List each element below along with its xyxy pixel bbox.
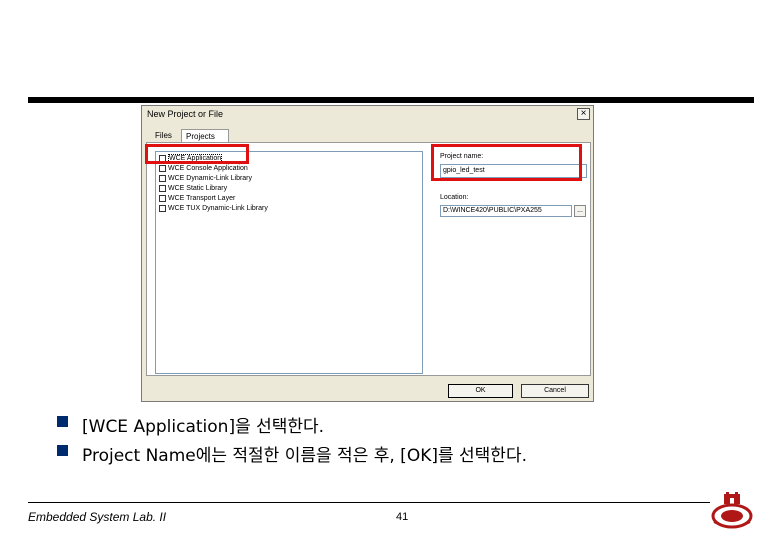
tab-files[interactable]: Files bbox=[151, 129, 181, 143]
top-divider bbox=[28, 97, 754, 103]
list-item-wce-console-application[interactable]: WCE Console Application bbox=[159, 164, 248, 174]
location-label: Location: bbox=[440, 194, 469, 201]
list-item-wce-static-library[interactable]: WCE Static Library bbox=[159, 184, 227, 194]
close-button[interactable]: × bbox=[577, 108, 590, 120]
list-item-label: WCE Dynamic-Link Library bbox=[168, 175, 253, 182]
university-emblem-icon bbox=[711, 492, 753, 529]
project-file-icon bbox=[159, 174, 166, 182]
list-item-wce-tux-dll[interactable]: WCE TUX Dynamic-Link Library bbox=[159, 204, 268, 214]
dialog-titlebar[interactable]: New Project or File × bbox=[142, 106, 593, 123]
ok-button[interactable]: OK bbox=[448, 384, 513, 398]
list-item-wce-dynamic-link-library[interactable]: WCE Dynamic-Link Library bbox=[159, 174, 252, 184]
bullet-text: [WCE Application]을 선택한다. bbox=[82, 417, 325, 437]
list-item-label: WCE Static Library bbox=[168, 185, 228, 192]
highlight-project-name bbox=[431, 144, 582, 181]
highlight-wce-application bbox=[145, 144, 249, 164]
project-file-icon bbox=[159, 194, 166, 202]
bullet-square-icon bbox=[57, 416, 68, 427]
list-item-wce-transport-layer[interactable]: WCE Transport Layer bbox=[159, 194, 235, 204]
page-number: 41 bbox=[396, 511, 409, 523]
footer-title: Embedded System Lab. II bbox=[28, 510, 167, 524]
bullet-text: Project Name에는 적절한 이름을 적은 후, [OK]를 선택한다. bbox=[82, 446, 527, 466]
project-file-icon bbox=[159, 184, 166, 192]
project-file-icon bbox=[159, 204, 166, 212]
list-item-label: WCE Transport Layer bbox=[168, 195, 236, 202]
project-type-list[interactable]: WCE Application WCE Console Application … bbox=[155, 151, 423, 374]
list-item-label: WCE TUX Dynamic-Link Library bbox=[168, 205, 268, 212]
dialog-title: New Project or File bbox=[147, 109, 224, 119]
list-item-label: WCE Console Application bbox=[168, 165, 248, 172]
project-file-icon bbox=[159, 164, 166, 172]
cancel-button[interactable]: Cancel bbox=[521, 384, 589, 398]
location-input[interactable]: D:\WINCE420\PUBLIC\PXA255 bbox=[440, 205, 572, 217]
bullet-square-icon bbox=[57, 445, 68, 456]
browse-button[interactable]: ... bbox=[574, 205, 586, 217]
footer-divider bbox=[28, 502, 710, 503]
